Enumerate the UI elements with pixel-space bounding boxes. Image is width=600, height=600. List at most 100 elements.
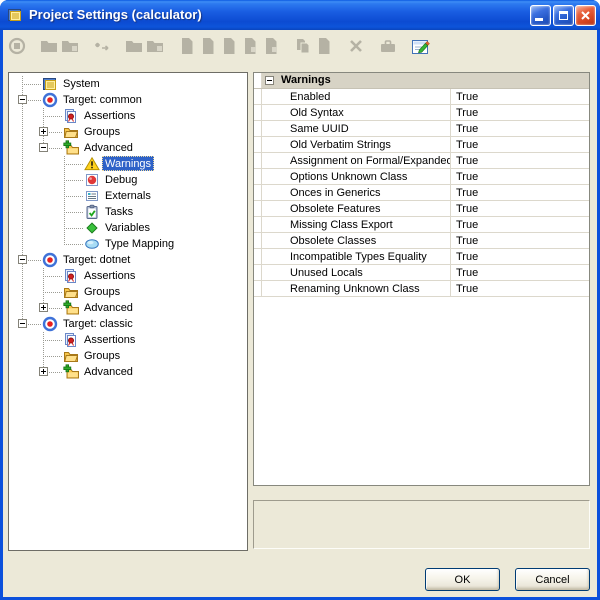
property-value[interactable]: True <box>451 137 589 152</box>
tree-item-label: Advanced <box>81 300 136 315</box>
tree-expander-plus-icon[interactable] <box>39 127 48 136</box>
property-name: Old Syntax <box>262 105 451 120</box>
paste-doc-button[interactable] <box>314 36 334 56</box>
tree-item-system[interactable]: System <box>9 76 247 92</box>
property-row[interactable]: Old Verbatim StringsTrue <box>254 137 589 153</box>
titlebar[interactable]: Project Settings (calculator) <box>0 0 600 30</box>
tree-guide-line <box>22 172 23 188</box>
tree-item-target-classic[interactable]: Target: classic <box>9 316 247 332</box>
property-name: Old Verbatim Strings <box>262 137 451 152</box>
property-grid[interactable]: Warnings EnabledTrueOld SyntaxTrueSame U… <box>253 72 590 486</box>
tree-item-advanced[interactable]: Advanced <box>9 140 247 156</box>
new-doc-3-icon <box>219 36 239 56</box>
property-value[interactable]: True <box>451 121 589 136</box>
property-value[interactable]: True <box>451 153 589 168</box>
new-doc-3-button[interactable] <box>219 36 239 56</box>
tree-expander-plus-icon[interactable] <box>39 303 48 312</box>
property-row[interactable]: Missing Class ExportTrue <box>254 217 589 233</box>
tree-item-type-mapping[interactable]: Type Mapping <box>9 236 247 252</box>
edit-icon <box>410 36 430 56</box>
tree-item-label: Warnings <box>102 156 154 171</box>
tree-expander-plus-icon[interactable] <box>39 367 48 376</box>
tree-item-target-dotnet[interactable]: Target: dotnet <box>9 252 247 268</box>
grid-margin <box>254 137 262 152</box>
copy-doc-button[interactable] <box>293 36 313 56</box>
property-value[interactable]: True <box>451 105 589 120</box>
maximize-icon <box>559 11 568 20</box>
property-row[interactable]: Onces in GenericsTrue <box>254 185 589 201</box>
property-row[interactable]: Unused LocalsTrue <box>254 265 589 281</box>
property-value[interactable]: True <box>451 169 589 184</box>
edit-button[interactable] <box>410 36 430 56</box>
tree-item-assertions[interactable]: Assertions <box>9 268 247 284</box>
groups-icon <box>63 284 79 300</box>
property-row[interactable]: Obsolete ClassesTrue <box>254 233 589 249</box>
property-value[interactable]: True <box>451 185 589 200</box>
grid-margin <box>254 217 262 232</box>
tree-item-label: Variables <box>102 220 153 235</box>
tree-item-externals[interactable]: Externals <box>9 188 247 204</box>
tree-expander-minus-icon[interactable] <box>39 143 48 152</box>
tree-item-groups[interactable]: Groups <box>9 124 247 140</box>
property-value[interactable]: True <box>451 89 589 104</box>
tree-item-warnings[interactable]: Warnings <box>9 156 247 172</box>
tree-item-target-common[interactable]: Target: common <box>9 92 247 108</box>
property-value[interactable]: True <box>451 249 589 264</box>
property-row[interactable]: Renaming Unknown ClassTrue <box>254 281 589 297</box>
edit-folder-button[interactable] <box>60 36 80 56</box>
rename-icon <box>92 36 112 56</box>
tree-expander-minus-icon[interactable] <box>18 319 27 328</box>
property-value[interactable]: True <box>451 233 589 248</box>
tree-item-variables[interactable]: Variables <box>9 220 247 236</box>
property-row[interactable]: Obsolete FeaturesTrue <box>254 201 589 217</box>
property-row[interactable]: Assignment on Formal/ExpandedTrue <box>254 153 589 169</box>
new-doc-2-button[interactable] <box>198 36 218 56</box>
tree-item-debug[interactable]: Debug <box>9 172 247 188</box>
tree-guide-line <box>22 268 23 284</box>
minimize-button[interactable] <box>530 5 551 26</box>
tree-item-label: Assertions <box>81 332 138 347</box>
move-folder-button[interactable] <box>145 36 165 56</box>
property-row[interactable]: EnabledTrue <box>254 89 589 105</box>
cancel-button[interactable]: Cancel <box>515 568 590 591</box>
property-value[interactable]: True <box>451 201 589 216</box>
tree-item-advanced[interactable]: Advanced <box>9 300 247 316</box>
tree-connector <box>43 292 62 293</box>
category-header[interactable]: Warnings <box>254 73 589 89</box>
close-button[interactable] <box>575 5 596 26</box>
new-doc-4-button[interactable] <box>240 36 260 56</box>
import-icon <box>378 36 398 56</box>
tree-item-assertions[interactable]: Assertions <box>9 108 247 124</box>
category-collapse-icon[interactable] <box>265 76 274 85</box>
ok-button[interactable]: OK <box>425 568 500 591</box>
tree-item-groups[interactable]: Groups <box>9 348 247 364</box>
tree-expander-minus-icon[interactable] <box>18 95 27 104</box>
tree-item-label: Advanced <box>81 140 136 155</box>
new-folder-button[interactable] <box>39 36 59 56</box>
new-doc-5-button[interactable] <box>261 36 281 56</box>
property-row[interactable]: Same UUIDTrue <box>254 121 589 137</box>
property-name: Unused Locals <box>262 265 451 280</box>
tree-expander-minus-icon[interactable] <box>18 255 27 264</box>
tree-item-assertions[interactable]: Assertions <box>9 332 247 348</box>
copy-folder-button[interactable] <box>124 36 144 56</box>
tree-item-groups[interactable]: Groups <box>9 284 247 300</box>
property-row[interactable]: Incompatible Types EqualityTrue <box>254 249 589 265</box>
tree-item-advanced[interactable]: Advanced <box>9 364 247 380</box>
property-value[interactable]: True <box>451 281 589 296</box>
tree-view[interactable]: SystemTarget: commonAssertionsGroupsAdva… <box>8 72 248 551</box>
property-value[interactable]: True <box>451 217 589 232</box>
new-folder-icon <box>39 36 59 56</box>
rename-button[interactable] <box>92 36 112 56</box>
grid-margin <box>254 169 262 184</box>
property-row[interactable]: Options Unknown ClassTrue <box>254 169 589 185</box>
property-row[interactable]: Old SyntaxTrue <box>254 105 589 121</box>
import-button[interactable] <box>378 36 398 56</box>
new-doc-1-button[interactable] <box>177 36 197 56</box>
property-value[interactable]: True <box>451 265 589 280</box>
maximize-button[interactable] <box>553 5 574 26</box>
tree-guide-line <box>22 220 23 236</box>
delete-button[interactable] <box>346 36 366 56</box>
stop-button[interactable] <box>7 36 27 56</box>
tree-item-tasks[interactable]: Tasks <box>9 204 247 220</box>
